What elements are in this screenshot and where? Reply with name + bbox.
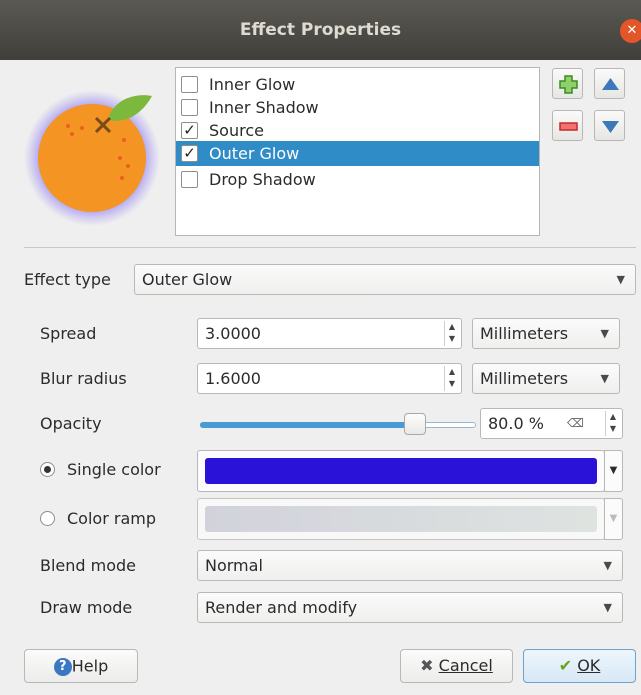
color-swatch	[205, 458, 597, 484]
check-icon: ✔	[558, 656, 573, 675]
checkbox-inner-glow[interactable]	[181, 76, 198, 93]
spread-label: Spread	[40, 324, 97, 343]
effect-label: Source	[209, 121, 264, 140]
draw-mode-value: Render and modify	[205, 598, 358, 617]
effect-label: Drop Shadow	[209, 170, 316, 189]
ok-button[interactable]: ✔ OK	[523, 649, 636, 683]
question-icon: ?	[53, 657, 72, 676]
color-ramp-radio[interactable]	[40, 511, 55, 526]
single-color-label: Single color	[67, 460, 161, 479]
spin-arrows-icon[interactable]: ▲ ▼	[605, 411, 620, 436]
move-up-button[interactable]	[594, 68, 625, 99]
blur-radius-label: Blur radius	[40, 369, 127, 388]
opacity-slider-handle[interactable]	[404, 413, 426, 435]
effect-item-source[interactable]: ✓ Source	[176, 118, 539, 143]
move-down-button[interactable]	[594, 110, 625, 141]
effect-type-value: Outer Glow	[142, 270, 233, 289]
color-ramp-swatch	[205, 506, 597, 532]
effect-label: Inner Shadow	[209, 98, 319, 117]
effect-type-label: Effect type	[24, 270, 111, 289]
orange-preview-icon	[24, 80, 174, 230]
help-label: Help	[71, 656, 109, 676]
opacity-input[interactable]: 80.0 % ⌫ ▲ ▼	[480, 408, 623, 439]
spin-arrows-icon[interactable]: ▲ ▼	[444, 321, 459, 346]
plus-icon	[559, 75, 578, 94]
effect-list[interactable]: Inner Glow Inner Shadow ✓ Source ✓ Outer…	[175, 67, 540, 236]
arrow-up-icon	[602, 78, 619, 90]
opacity-label: Opacity	[40, 414, 102, 433]
effect-item-inner-glow[interactable]: Inner Glow	[176, 72, 539, 97]
opacity-value: 80.0 %	[488, 414, 544, 433]
help-button[interactable]: ? Help	[24, 649, 138, 683]
chevron-down-icon: ▼	[616, 273, 625, 286]
cancel-label: Cancel	[438, 656, 493, 675]
spread-input[interactable]: 3.0000 ▲ ▼	[197, 318, 462, 349]
opacity-slider-fill	[200, 422, 418, 428]
blur-unit: Millimeters	[480, 369, 569, 388]
blend-mode-combo[interactable]: Normal ▼	[197, 550, 623, 581]
clear-icon[interactable]: ⌫	[567, 409, 584, 438]
window-title: Effect Properties	[239, 20, 402, 40]
x-icon: ✖	[420, 656, 434, 675]
blend-mode-value: Normal	[205, 556, 263, 575]
chevron-down-icon: ▼	[609, 513, 618, 524]
color-dropdown[interactable]: ▼	[604, 450, 623, 492]
chevron-down-icon: ▼	[603, 559, 612, 572]
effect-type-combo[interactable]: Outer Glow ▼	[134, 264, 636, 295]
effect-label: Inner Glow	[209, 75, 296, 94]
minus-icon	[559, 122, 578, 131]
draw-mode-combo[interactable]: Render and modify ▼	[197, 592, 623, 623]
blur-radius-value: 1.6000	[205, 369, 261, 388]
effect-item-outer-glow[interactable]: ✓ Outer Glow	[176, 141, 539, 166]
blur-unit-combo[interactable]: Millimeters ▼	[472, 363, 620, 394]
single-color-radio[interactable]	[40, 462, 55, 477]
checkbox-drop-shadow[interactable]	[181, 171, 198, 188]
separator	[24, 247, 636, 248]
chevron-down-icon: ▼	[603, 601, 612, 614]
chevron-down-icon: ▼	[600, 327, 609, 340]
cancel-button[interactable]: ✖ Cancel	[400, 649, 513, 683]
checkbox-outer-glow[interactable]: ✓	[181, 145, 198, 162]
radio-dot	[44, 466, 51, 473]
color-ramp-label: Color ramp	[67, 509, 156, 528]
add-effect-button[interactable]	[552, 68, 583, 99]
spread-value: 3.0000	[205, 324, 261, 343]
blend-mode-label: Blend mode	[40, 556, 137, 575]
effect-item-inner-shadow[interactable]: Inner Shadow	[176, 95, 539, 120]
spin-arrows-icon[interactable]: ▲ ▼	[444, 366, 459, 391]
remove-effect-button[interactable]	[552, 110, 583, 141]
chevron-down-icon: ▼	[600, 372, 609, 385]
blur-radius-input[interactable]: 1.6000 ▲ ▼	[197, 363, 462, 394]
spread-unit-combo[interactable]: Millimeters ▼	[472, 318, 620, 349]
spread-unit: Millimeters	[480, 324, 569, 343]
checkbox-source[interactable]: ✓	[181, 122, 198, 139]
arrow-down-icon	[602, 121, 619, 133]
checkbox-inner-shadow[interactable]	[181, 99, 198, 116]
close-icon[interactable]: ✕	[620, 19, 641, 43]
color-ramp-button[interactable]	[197, 498, 605, 540]
draw-mode-label: Draw mode	[40, 598, 133, 617]
chevron-down-icon: ▼	[609, 465, 618, 476]
color-button[interactable]	[197, 450, 605, 492]
effect-item-drop-shadow[interactable]: Drop Shadow	[176, 167, 539, 192]
ok-label: OK	[577, 656, 601, 675]
effect-label: Outer Glow	[209, 144, 300, 163]
color-ramp-dropdown[interactable]: ▼	[604, 498, 623, 540]
